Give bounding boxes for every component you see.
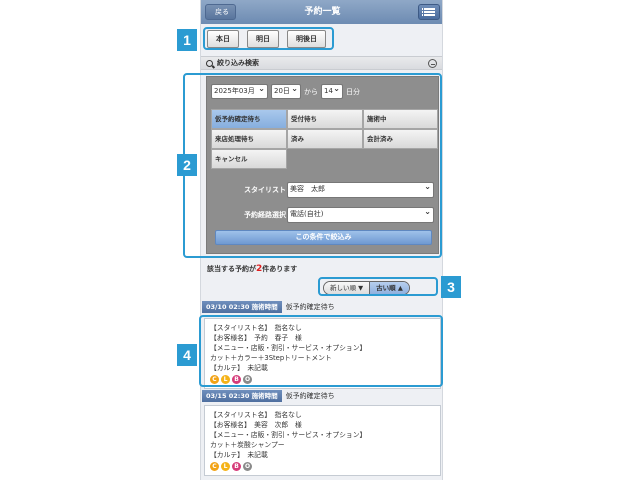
callout-2: 2	[177, 154, 197, 176]
callout-4: 4	[177, 344, 197, 366]
o-badge-icon: O	[243, 462, 252, 471]
reservation-time: 03/15 02:30 施術時間	[202, 390, 282, 402]
reservation-header: 03/15 02:30 施術時間 仮予約確定待ち	[202, 390, 335, 402]
l-badge-icon: L	[221, 462, 230, 471]
c-badge-icon: C	[210, 462, 219, 471]
highlight-filter-panel	[183, 73, 442, 258]
callout-1: 1	[177, 29, 197, 51]
reservation-header: 03/10 02:30 施術時間 仮予約確定待ち	[202, 301, 335, 313]
reservation-line: 【お客様名】 美容 次郎 様	[210, 421, 302, 429]
b-badge-icon: B	[232, 462, 241, 471]
callout-3: 3	[441, 276, 461, 298]
menu-button[interactable]	[418, 4, 440, 20]
collapse-icon[interactable]	[428, 59, 437, 68]
highlight-day-buttons	[203, 27, 334, 50]
search-icon	[206, 60, 213, 67]
reservation-line: 【メニュー・店販・割引・サービス・オプション】	[210, 431, 367, 439]
menu-icon	[422, 14, 435, 16]
menu-icon	[422, 8, 435, 10]
menu-icon	[422, 11, 435, 13]
result-count: 該当する予約が2件あります	[207, 264, 297, 274]
reservation-time: 03/10 02:30 施術時間	[202, 301, 282, 313]
reservation-card[interactable]: 【スタイリスト名】 指名なし 【お客様名】 美容 次郎 様 【メニュー・店販・割…	[204, 405, 441, 476]
reservation-line: 【カルテ】 未記載	[210, 451, 268, 459]
result-count-suffix: 件あります	[262, 265, 298, 273]
highlight-sort-toggle	[318, 277, 438, 296]
filter-search-toggle[interactable]: 絞り込み検索	[201, 56, 442, 70]
reservation-status: 仮予約確定待ち	[285, 392, 335, 400]
result-count-prefix: 該当する予約が	[207, 265, 256, 273]
reservation-line: カット＋炭酸シャンプー	[210, 441, 285, 449]
header-bar: 戻る 予約一覧	[201, 0, 442, 24]
reservation-icons: C L B O	[210, 462, 435, 471]
reservation-line: 【スタイリスト名】 指名なし	[210, 411, 302, 419]
reservation-status: 仮予約確定待ち	[285, 303, 335, 311]
filter-search-label: 絞り込み検索	[217, 59, 259, 67]
page-title: 予約一覧	[304, 7, 341, 17]
highlight-reservation-card	[199, 315, 443, 387]
